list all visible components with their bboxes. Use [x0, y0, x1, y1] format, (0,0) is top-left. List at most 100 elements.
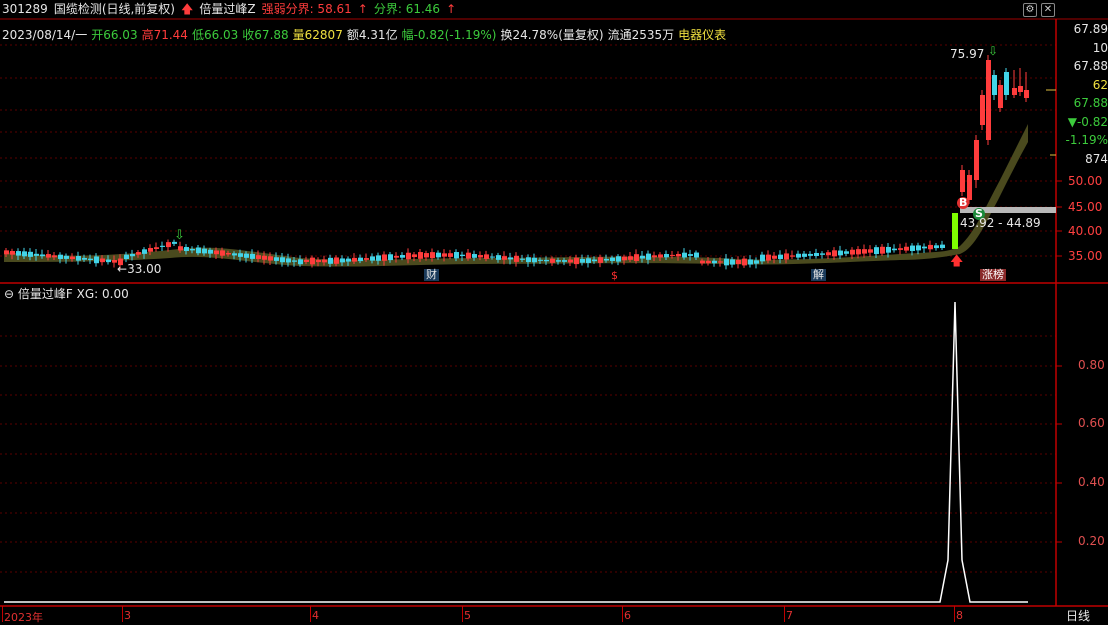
candle-body [448, 253, 453, 257]
candle-body [598, 257, 603, 263]
candle-body [688, 254, 693, 256]
candle-body [862, 249, 867, 254]
event-cai[interactable]: 财 [424, 269, 439, 281]
candle-body [802, 253, 807, 257]
candle-body [136, 252, 141, 255]
candle-body [934, 245, 939, 249]
candle-body [910, 245, 915, 251]
candle-body [580, 258, 585, 263]
up-arrow-icon: 🡅 [950, 254, 964, 269]
candle-body [16, 251, 21, 256]
candlestick-chart[interactable] [0, 0, 1108, 622]
candle-body [664, 254, 669, 258]
candle-body [586, 258, 591, 263]
lower-axis-label: 0.20 [1078, 534, 1105, 548]
candle-body [967, 175, 972, 200]
candle-body [178, 246, 183, 251]
price-axis-top-block: 67.89 10 67.88 62 67.88 ▼-0.82 -1.19% 87… [1062, 20, 1108, 168]
candle-body [814, 252, 819, 257]
candle-body [1018, 86, 1023, 92]
candle-body [820, 253, 825, 255]
event-zhangbang[interactable]: 涨榜 [980, 269, 1006, 281]
candle-body [190, 248, 195, 251]
candle-body [376, 255, 381, 261]
candles [4, 55, 1029, 270]
candle-body [634, 254, 639, 261]
candle-body [850, 249, 855, 255]
price-grid [0, 44, 1056, 573]
candle-body [484, 254, 489, 259]
candle-body [682, 252, 687, 258]
candle-body [718, 261, 723, 263]
candle-body [418, 252, 423, 259]
candle-body [628, 256, 633, 260]
event-jie[interactable]: 解 [811, 269, 826, 281]
collapse-icon[interactable]: ⊖ [4, 287, 14, 301]
lower-indicator-name[interactable]: 倍量过峰F [18, 287, 73, 301]
candle-body [904, 246, 909, 251]
candle-body [22, 251, 27, 257]
lower-panel-title: ⊖ 倍量过峰F XG: 0.00 [4, 285, 129, 302]
candle-body [604, 258, 609, 261]
candle-body [466, 252, 471, 259]
candle-body [832, 250, 837, 257]
time-label: 8 [956, 609, 963, 622]
candle-body [760, 254, 765, 262]
price-label: 45.00 [1068, 200, 1103, 214]
candle-body [940, 244, 945, 249]
candle-body [196, 247, 201, 254]
lower-axis-label: 0.40 [1078, 475, 1105, 489]
lower-axis-label: 0.80 [1078, 358, 1105, 372]
candle-body [562, 260, 567, 262]
candle-body [346, 258, 351, 262]
candle-body [292, 260, 297, 262]
event-dollar[interactable]: $ [611, 269, 618, 282]
candle-body [1004, 72, 1009, 95]
candle-body [148, 247, 153, 252]
candle-body [364, 258, 369, 260]
candle-body [358, 257, 363, 262]
candle-body [676, 253, 681, 257]
candle-body [544, 259, 549, 262]
range-label: 43.92 - 44.89 [960, 216, 1041, 230]
candle-body [928, 244, 933, 250]
candle-body [382, 254, 387, 261]
candle-body [640, 255, 645, 259]
axis-value: 10 [1092, 40, 1108, 55]
candle-body [316, 259, 321, 263]
candle-body [838, 250, 843, 256]
axis-value: 67.88 [1073, 96, 1108, 110]
candle-body [478, 255, 483, 258]
down-arrow-icon: ⇩ [174, 228, 185, 243]
candle-body [658, 254, 663, 258]
candle-body [706, 260, 711, 264]
candle-body [328, 257, 333, 264]
candle-body [808, 253, 813, 256]
candle-body [974, 140, 979, 180]
candle-body [998, 85, 1003, 108]
ma-band [4, 124, 1028, 267]
candle-body [526, 257, 531, 263]
axis-value: 67.89 [1073, 22, 1108, 36]
candle-body [568, 259, 573, 263]
candle-body [214, 250, 219, 255]
candle-body [514, 255, 519, 262]
candle-body [286, 258, 291, 263]
candle-body [736, 259, 741, 265]
time-label: 2023年 [4, 611, 43, 624]
candle-body [700, 260, 705, 264]
axis-value: -1.19% [1065, 133, 1108, 147]
candle-body [238, 253, 243, 257]
candle-body [992, 75, 997, 95]
candle-body [712, 260, 717, 264]
candle-body [64, 255, 69, 259]
candle-body [4, 250, 9, 255]
candle-body [556, 260, 561, 262]
candle-body [550, 258, 555, 263]
volume-spike-bar [952, 213, 958, 249]
candle-body [502, 256, 507, 260]
candle-body [766, 254, 771, 261]
candle-body [986, 60, 991, 140]
candle-body [58, 254, 63, 259]
period-label[interactable]: 日线 [1066, 607, 1090, 624]
